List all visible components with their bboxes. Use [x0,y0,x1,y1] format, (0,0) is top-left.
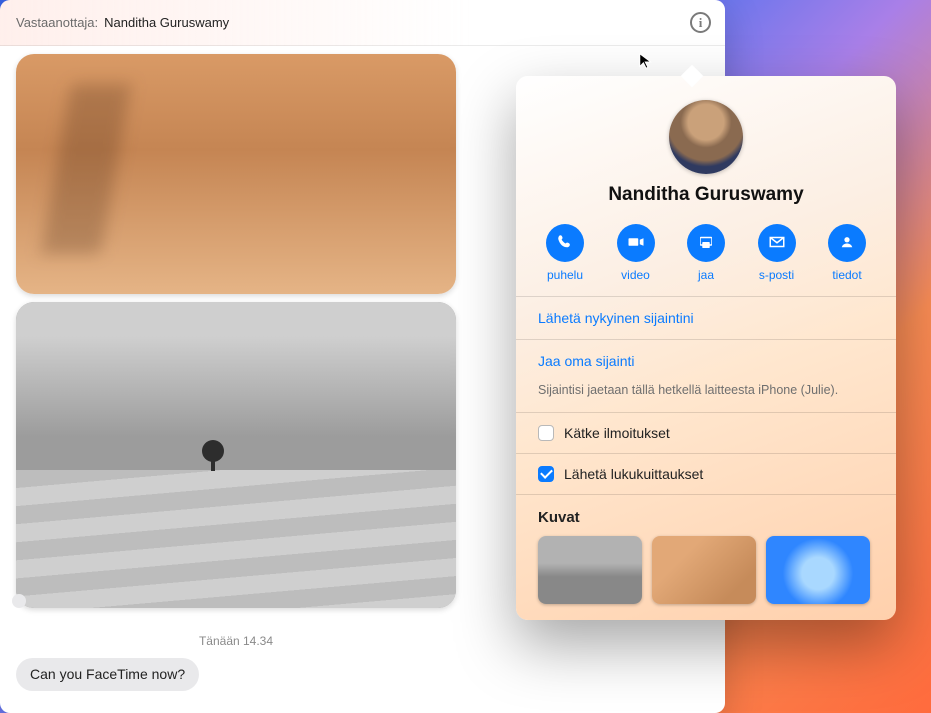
action-label: tiedot [832,268,861,282]
contact-actions: puhelu video jaa s-posti tiedot [546,224,866,282]
mail-icon [768,233,786,254]
shared-photos-row [538,536,874,604]
video-call-button[interactable]: video [617,224,655,282]
action-label: video [621,268,650,282]
email-button[interactable]: s-posti [758,224,796,282]
incoming-image-1[interactable] [16,54,456,294]
send-current-location-link[interactable]: Lähetä nykyinen sijaintini [538,297,874,339]
action-label: puhelu [547,268,583,282]
photos-section-title: Kuvat [538,495,874,536]
screen-share-button[interactable]: jaa [687,224,725,282]
recipient-field-label: Vastaanottaja: [16,15,98,30]
read-receipts-row: Lähetä lukukuittaukset [538,454,874,494]
hide-alerts-checkbox[interactable] [538,425,554,441]
phone-icon [556,233,574,254]
recipient-name[interactable]: Nanditha Guruswamy [104,15,229,30]
hide-alerts-row: Kätke ilmoitukset [538,413,874,453]
incoming-image-2[interactable] [16,302,456,608]
bubble-tail [12,594,30,612]
action-label: s-posti [759,268,794,282]
conversation-header: Vastaanottaja: Nanditha Guruswamy i [0,0,725,46]
person-icon [838,233,856,254]
location-sharing-note: Sijaintisi jaetaan tällä hetkellä laitte… [538,382,874,412]
video-icon [627,233,645,254]
contact-name-heading: Nanditha Guruswamy [538,184,874,206]
share-my-location-link[interactable]: Jaa oma sijainti [538,340,874,382]
read-receipts-label: Lähetä lukukuittaukset [564,466,703,482]
audio-call-button[interactable]: puhelu [546,224,584,282]
photo-thumbnail[interactable] [766,536,870,604]
incoming-text-message[interactable]: Can you FaceTime now? [16,658,199,691]
share-icon [697,233,715,254]
read-receipts-checkbox[interactable] [538,466,554,482]
details-button[interactable]: i [690,12,711,33]
contact-avatar[interactable] [669,100,743,174]
action-label: jaa [698,268,714,282]
message-timestamp: Tänään 14.34 [16,634,456,648]
photo-thumbnail[interactable] [538,536,642,604]
photo-thumbnail[interactable] [652,536,756,604]
contact-info-button[interactable]: tiedot [828,224,866,282]
hide-alerts-label: Kätke ilmoitukset [564,425,670,441]
details-popover: Nanditha Guruswamy puhelu video jaa s-po… [516,76,896,620]
